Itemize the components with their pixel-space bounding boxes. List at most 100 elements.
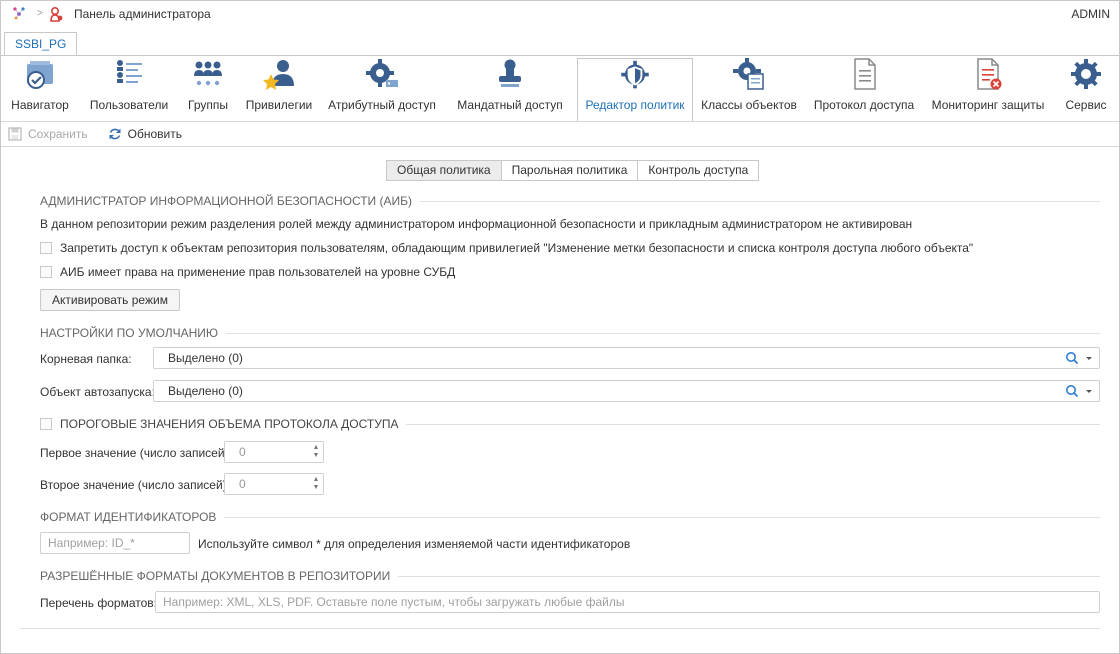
repository-tab[interactable]: SSBI_PG bbox=[4, 32, 78, 56]
ribbon-label: Мандатный доступ bbox=[457, 98, 563, 112]
page-title: Панель администратора bbox=[74, 7, 211, 21]
dbms-rights-checkbox[interactable] bbox=[40, 266, 52, 278]
tab-general-policy[interactable]: Общая политика bbox=[387, 161, 501, 180]
checkbox-label: АИБ имеет права на применение прав польз… bbox=[60, 265, 456, 279]
divider bbox=[20, 628, 1100, 629]
stepper-value: 0 bbox=[239, 445, 246, 459]
ribbon-security-monitoring[interactable]: Мониторинг защиты bbox=[923, 56, 1053, 122]
navigator-icon bbox=[27, 61, 53, 89]
section-defaults: НАСТРОЙКИ ПО УМОЛЧАНИЮ bbox=[40, 326, 1100, 340]
ribbon-toolbar: Навигатор Пользователи Группы Привилегии bbox=[1, 56, 1119, 122]
autorun-object-combo[interactable]: Выделено (0) bbox=[153, 380, 1100, 402]
ribbon-policy-editor[interactable]: Редактор политик bbox=[577, 58, 693, 122]
ribbon-label: Группы bbox=[188, 98, 228, 112]
policy-editor-icon bbox=[621, 60, 649, 89]
section-divider bbox=[420, 200, 1100, 202]
groups-icon bbox=[194, 61, 222, 86]
ribbon-label: Привилегии bbox=[245, 98, 313, 112]
ribbon-attribute-access[interactable]: Атрибутный доступ bbox=[321, 56, 443, 122]
refresh-label: Обновить bbox=[127, 127, 182, 141]
section-title: НАСТРОЙКИ ПО УМОЛЧАНИЮ bbox=[40, 326, 219, 340]
ribbon-navigator[interactable]: Навигатор bbox=[1, 56, 79, 122]
aib-deny-access-row: Запретить доступ к объектам репозитория … bbox=[40, 241, 973, 255]
second-threshold-label: Второе значение (число записей): bbox=[40, 478, 230, 492]
aib-info-text: В данном репозитории режим разделения ро… bbox=[40, 217, 913, 231]
save-button[interactable]: Сохранить bbox=[8, 127, 88, 141]
refresh-button[interactable]: Обновить bbox=[108, 127, 182, 141]
doc-formats-input[interactable]: Например: XML, XLS, PDF. Оставьте поле п… bbox=[155, 591, 1100, 613]
attribute-access-icon bbox=[366, 59, 398, 87]
activate-mode-button[interactable]: Активировать режим bbox=[40, 289, 180, 311]
ribbon-mandatory-access[interactable]: Мандатный доступ bbox=[443, 56, 577, 122]
deny-access-checkbox[interactable] bbox=[40, 242, 52, 254]
users-list-icon bbox=[117, 60, 142, 83]
top-bar: > Панель администратора ADMIN bbox=[0, 0, 1118, 28]
mandatory-access-icon bbox=[499, 59, 521, 87]
ribbon-label: Сервис bbox=[1065, 98, 1107, 112]
policy-tabs: Общая политика Парольная политика Контро… bbox=[386, 160, 760, 181]
stepper-value: 0 bbox=[239, 477, 246, 491]
privileges-icon bbox=[263, 60, 294, 90]
stepper-up-icon[interactable]: ▲ bbox=[313, 476, 320, 484]
stepper-down-icon[interactable]: ▼ bbox=[313, 484, 320, 492]
section-aib: АДМИНИСТРАТОР ИНФОРМАЦИОННОЙ БЕЗОПАСНОСТ… bbox=[40, 194, 1100, 208]
stepper-up-icon[interactable]: ▲ bbox=[313, 444, 320, 452]
ribbon-label: Атрибутный доступ bbox=[328, 98, 436, 112]
first-threshold-label: Первое значение (число записей): bbox=[40, 446, 232, 460]
search-icon[interactable] bbox=[1065, 351, 1079, 365]
save-icon bbox=[8, 127, 22, 141]
stepper-down-icon[interactable]: ▼ bbox=[313, 452, 320, 460]
section-divider bbox=[398, 575, 1100, 577]
ribbon-label: Классы объектов bbox=[701, 98, 797, 112]
section-title: ПОРОГОВЫЕ ЗНАЧЕНИЯ ОБЪЕМА ПРОТОКОЛА ДОСТ… bbox=[60, 417, 399, 431]
combo-value: Выделено (0) bbox=[168, 351, 243, 365]
action-toolbar: Сохранить Обновить bbox=[8, 124, 182, 144]
ribbon-label: Протокол доступа bbox=[813, 98, 915, 112]
divider bbox=[1, 146, 1119, 147]
ribbon-groups[interactable]: Группы bbox=[179, 56, 237, 122]
ribbon-privileges[interactable]: Привилегии bbox=[237, 56, 321, 122]
app-logo-icon[interactable] bbox=[12, 6, 26, 20]
refresh-icon bbox=[109, 128, 121, 140]
thresholds-checkbox[interactable] bbox=[40, 418, 52, 430]
ribbon-label: Мониторинг защиты bbox=[931, 98, 1045, 112]
ribbon-label: Редактор политик bbox=[585, 98, 685, 112]
ribbon-access-log[interactable]: Протокол доступа bbox=[805, 56, 923, 122]
current-user[interactable]: ADMIN bbox=[1071, 7, 1110, 21]
ribbon-object-classes[interactable]: Классы объектов bbox=[693, 56, 805, 122]
root-folder-label: Корневая папка: bbox=[40, 352, 132, 366]
checkbox-label: Запретить доступ к объектам репозитория … bbox=[60, 241, 974, 255]
save-label: Сохранить bbox=[28, 127, 88, 141]
tab-access-control[interactable]: Контроль доступа bbox=[637, 161, 759, 180]
access-log-icon bbox=[854, 58, 876, 90]
aib-dbms-rights-row: АИБ имеет права на применение прав польз… bbox=[40, 265, 455, 279]
section-divider bbox=[406, 423, 1100, 425]
section-title: АДМИНИСТРАТОР ИНФОРМАЦИОННОЙ БЕЗОПАСНОСТ… bbox=[40, 194, 412, 208]
id-format-hint: Используйте символ * для определения изм… bbox=[198, 537, 631, 551]
security-monitoring-icon bbox=[977, 58, 1002, 90]
chevron-down-icon[interactable] bbox=[1085, 387, 1093, 395]
section-divider bbox=[224, 516, 1100, 518]
autorun-object-label: Объект автозапуска: bbox=[40, 385, 155, 399]
second-threshold-stepper[interactable]: 0 ▲ ▼ bbox=[224, 473, 324, 495]
search-icon[interactable] bbox=[1065, 384, 1079, 398]
stepper-arrows[interactable]: ▲ ▼ bbox=[309, 444, 323, 460]
first-threshold-stepper[interactable]: 0 ▲ ▼ bbox=[224, 441, 324, 463]
breadcrumb-separator: > bbox=[37, 8, 43, 19]
stepper-arrows[interactable]: ▲ ▼ bbox=[309, 476, 323, 492]
ribbon-users[interactable]: Пользователи bbox=[79, 56, 179, 122]
tab-password-policy[interactable]: Парольная политика bbox=[500, 161, 638, 180]
ribbon-label: Навигатор bbox=[11, 98, 69, 112]
ribbon-service[interactable]: Сервис bbox=[1053, 56, 1119, 122]
section-thresholds: ПОРОГОВЫЕ ЗНАЧЕНИЯ ОБЪЕМА ПРОТОКОЛА ДОСТ… bbox=[40, 417, 1100, 431]
combo-value: Выделено (0) bbox=[168, 384, 243, 398]
doc-formats-label: Перечень форматов: bbox=[40, 596, 158, 610]
id-format-input[interactable]: Например: ID_* bbox=[40, 532, 190, 554]
section-divider bbox=[226, 332, 1100, 334]
section-title: РАЗРЕШЁННЫЕ ФОРМАТЫ ДОКУМЕНТОВ В РЕПОЗИТ… bbox=[40, 569, 391, 583]
root-folder-combo[interactable]: Выделено (0) bbox=[153, 347, 1100, 369]
divider bbox=[1, 121, 1119, 122]
chevron-down-icon[interactable] bbox=[1085, 354, 1093, 362]
service-icon bbox=[1071, 59, 1101, 89]
section-title: ФОРМАТ ИДЕНТИФИКАТОРОВ bbox=[40, 510, 217, 524]
